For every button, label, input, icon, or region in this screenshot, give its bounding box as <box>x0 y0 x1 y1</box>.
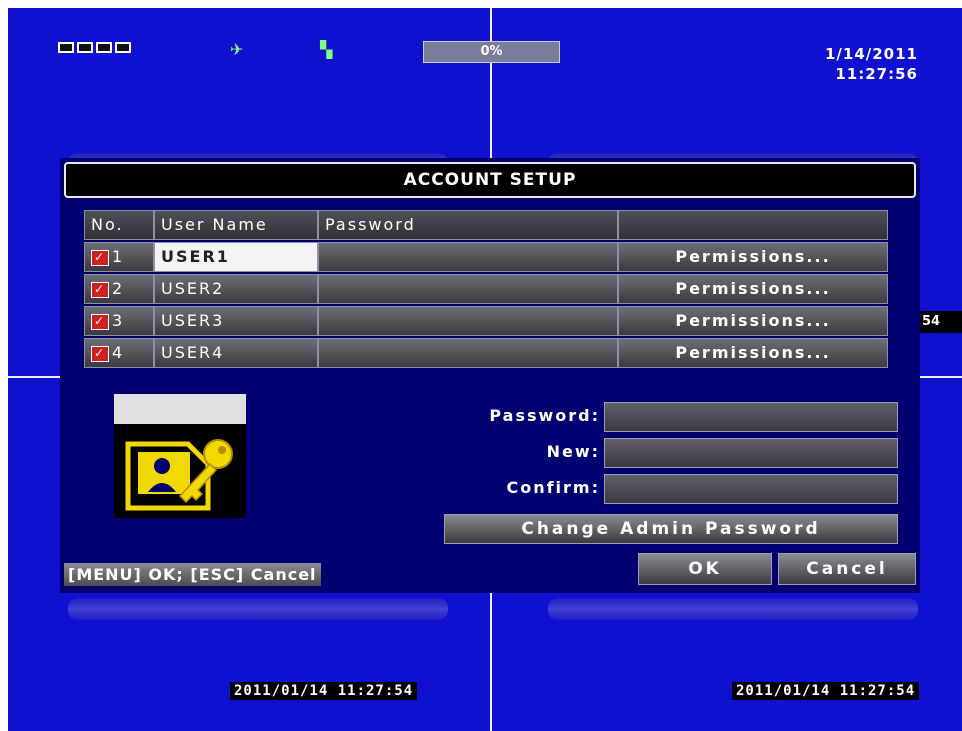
permissions-button[interactable]: Permissions... <box>618 242 888 272</box>
confirm-password-field[interactable] <box>604 474 898 504</box>
header-user-name: User Name <box>154 210 318 240</box>
timestamp-channel-3: 2011/01/14 11:27:54 <box>230 682 418 700</box>
user-password-field[interactable] <box>318 306 618 336</box>
user-password-field[interactable] <box>318 274 618 304</box>
record-icon: ▚ <box>320 40 333 59</box>
table-row: ✓ 3 USER3 Permissions... <box>84 306 892 336</box>
row-number: 2 <box>112 279 125 298</box>
table-row: ✓ 2 USER2 Permissions... <box>84 274 892 304</box>
admin-password-label: Password: <box>489 406 600 425</box>
cancel-button[interactable]: Cancel <box>778 553 916 585</box>
channel-watermark <box>548 598 918 620</box>
keyboard-hint: [MENU] OK; [ESC] Cancel <box>64 563 321 586</box>
confirm-password-label: Confirm: <box>506 478 600 497</box>
permissions-button[interactable]: Permissions... <box>618 274 888 304</box>
header-permissions <box>618 210 888 240</box>
user-name-field[interactable]: USER1 <box>154 242 318 272</box>
user-enable-cell[interactable]: ✓ 4 <box>84 338 154 368</box>
change-admin-password-button[interactable]: Change Admin Password <box>444 514 898 544</box>
checkbox-icon[interactable]: ✓ <box>91 281 109 298</box>
network-icon: ✈ <box>230 40 244 59</box>
new-password-field[interactable] <box>604 438 898 468</box>
checkbox-icon[interactable]: ✓ <box>91 345 109 362</box>
permissions-button[interactable]: Permissions... <box>618 306 888 336</box>
channel-grid-icon <box>58 42 131 53</box>
user-name-field[interactable]: USER3 <box>154 306 318 336</box>
system-clock: 1/14/2011 11:27:56 <box>825 44 918 84</box>
user-enable-cell[interactable]: ✓ 3 <box>84 306 154 336</box>
account-key-icon <box>114 394 246 518</box>
checkbox-icon[interactable]: ✓ <box>91 249 109 266</box>
header-no: No. <box>84 210 154 240</box>
account-setup-dialog: ACCOUNT SETUP No. User Name Password ✓ 1 … <box>60 158 920 593</box>
partial-timestamp: 54 <box>920 311 962 333</box>
timestamp-channel-4: 2011/01/14 11:27:54 <box>732 682 920 700</box>
user-password-field[interactable] <box>318 338 618 368</box>
new-password-label: New: <box>546 442 600 461</box>
user-enable-cell[interactable]: ✓ 2 <box>84 274 154 304</box>
user-enable-cell[interactable]: ✓ 1 <box>84 242 154 272</box>
dvr-screen: ✈ ▚ 0% 1/14/2011 11:27:56 54 2011/01/14 … <box>8 8 962 731</box>
clock-date: 1/14/2011 <box>824 45 918 63</box>
user-name-field[interactable]: USER2 <box>154 274 318 304</box>
table-row: ✓ 1 USER1 Permissions... <box>84 242 892 272</box>
user-table: No. User Name Password ✓ 1 USER1 Permissi… <box>84 210 892 370</box>
header-password: Password <box>318 210 618 240</box>
checkbox-icon[interactable]: ✓ <box>91 313 109 330</box>
user-password-field[interactable] <box>318 242 618 272</box>
table-row: ✓ 4 USER4 Permissions... <box>84 338 892 368</box>
channel-watermark <box>68 598 448 620</box>
admin-password-field[interactable] <box>604 402 898 432</box>
dialog-title: ACCOUNT SETUP <box>64 162 916 198</box>
hdd-usage-indicator: 0% <box>423 41 560 63</box>
row-number: 4 <box>112 343 125 362</box>
row-number: 1 <box>112 247 125 266</box>
permissions-button[interactable]: Permissions... <box>618 338 888 368</box>
table-header: No. User Name Password <box>84 210 892 240</box>
clock-time: 11:27:56 <box>835 65 918 83</box>
row-number: 3 <box>112 311 125 330</box>
user-name-field[interactable]: USER4 <box>154 338 318 368</box>
ok-button[interactable]: OK <box>638 553 772 585</box>
